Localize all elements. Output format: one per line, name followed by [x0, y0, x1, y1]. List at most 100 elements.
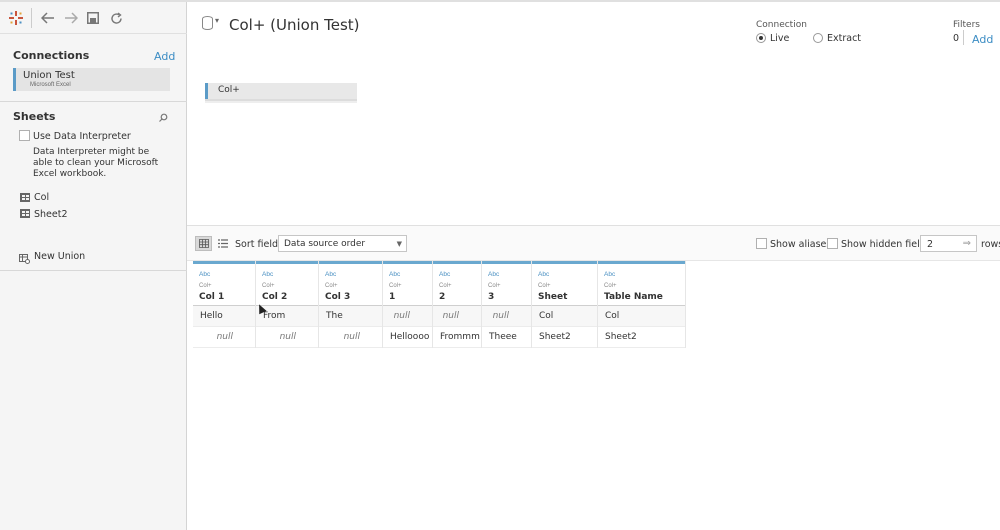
arrow-right-icon[interactable]: ⇒	[963, 238, 971, 249]
toolbar-divider	[31, 8, 32, 28]
show-hidden-fields-checkbox[interactable]	[827, 238, 838, 249]
list-icon	[217, 239, 228, 248]
filters-count: 0	[953, 33, 960, 44]
column-source: Col+	[199, 283, 212, 289]
cell-value: Col	[605, 311, 620, 321]
search-icon[interactable]	[159, 109, 168, 127]
datasource-icon[interactable]	[202, 16, 213, 30]
column-source: Col+	[262, 283, 275, 289]
table-cell[interactable]: Hello	[193, 306, 255, 327]
add-filter-link[interactable]: Add	[972, 33, 993, 46]
show-hidden-fields-label: Show hidden fields	[841, 239, 931, 250]
table-cell[interactable]: null	[256, 327, 318, 348]
column-source: Col+	[488, 283, 501, 289]
cell-value: Sheet2	[539, 332, 571, 342]
forward-arrow-icon[interactable]	[62, 9, 80, 27]
column-name: 2	[439, 292, 446, 302]
sheet-item-col[interactable]: Col	[34, 192, 49, 203]
table-cell[interactable]: Col	[598, 306, 685, 327]
extract-label: Extract	[827, 33, 862, 44]
new-union-item[interactable]: New Union	[34, 251, 85, 262]
column-header[interactable]: Abc Col+ Sheet	[532, 261, 597, 306]
refresh-icon[interactable]	[107, 9, 125, 27]
sort-fields-label: Sort fields	[235, 239, 283, 250]
chevron-down-icon: ▼	[396, 240, 402, 248]
table-cell[interactable]: Frommm	[433, 327, 481, 348]
rows-input[interactable]: 2 ⇒	[920, 235, 977, 252]
table-cell[interactable]: Sheet2	[598, 327, 685, 348]
table-cell[interactable]: The	[319, 306, 382, 327]
table-cell[interactable]: null	[482, 306, 531, 327]
live-label: Live	[770, 33, 790, 44]
grid-column: Abc Col+ Col 1 Hello null	[193, 261, 256, 348]
column-header[interactable]: Abc Col+ Col 3	[319, 261, 382, 306]
cell-value: null	[216, 332, 233, 342]
cell-value: null	[393, 311, 410, 321]
column-header[interactable]: Abc Col+ 2	[433, 261, 481, 306]
table-cell[interactable]: null	[433, 306, 481, 327]
grid-toolbar: Sort fields Data source order ▼ Show ali…	[187, 225, 1000, 261]
main-canvas: ▾ Col+ (Union Test) Connection Live Extr…	[187, 2, 1000, 530]
table-cell[interactable]: null	[193, 327, 255, 348]
grid-column: Abc Col+ Sheet Col Sheet2	[532, 261, 598, 348]
column-header[interactable]: Abc Col+ Col 2	[256, 261, 318, 306]
column-source: Col+	[439, 283, 452, 289]
column-source: Col+	[325, 283, 338, 289]
column-name: 3	[488, 292, 495, 302]
sheet-item-sheet2[interactable]: Sheet2	[34, 209, 68, 220]
cell-value: Frommm	[440, 332, 480, 342]
column-header[interactable]: Abc Col+ 1	[383, 261, 432, 306]
list-view-button[interactable]	[214, 236, 231, 251]
table-cell[interactable]: Helloooo	[383, 327, 432, 348]
column-header[interactable]: Abc Col+ 3	[482, 261, 531, 306]
app-window: Connections Add Union Test Microsoft Exc…	[0, 0, 1000, 530]
show-aliases-label: Show aliases	[770, 239, 832, 250]
column-header[interactable]: Abc Col+ Table Name	[598, 261, 685, 306]
cell-value: Sheet2	[605, 332, 637, 342]
chevron-down-icon[interactable]: ▾	[215, 16, 219, 25]
sort-fields-select[interactable]: Data source order ▼	[278, 235, 407, 252]
table-card-col-plus[interactable]: Col+	[205, 83, 357, 99]
column-source: Col+	[604, 283, 617, 289]
grid-icon	[198, 239, 209, 248]
show-aliases-checkbox[interactable]	[756, 238, 767, 249]
column-name: Sheet	[538, 292, 568, 302]
connection-label: Connection	[756, 20, 807, 30]
save-icon[interactable]	[84, 9, 102, 27]
datasource-title[interactable]: Col+ (Union Test)	[229, 16, 360, 34]
sidebar: Connections Add Union Test Microsoft Exc…	[0, 2, 187, 530]
data-interpreter-label: Use Data Interpreter	[33, 131, 131, 142]
data-interpreter-description: Data Interpreter might be able to clean …	[33, 147, 159, 179]
add-connection-link[interactable]: Add	[154, 50, 175, 63]
cell-value: From	[263, 311, 286, 321]
tableau-logo-icon[interactable]	[7, 9, 25, 27]
column-header[interactable]: Abc Col+ Col 1	[193, 261, 255, 306]
filters-label: Filters	[953, 20, 980, 30]
connection-name: Union Test	[23, 70, 75, 81]
column-source: Col+	[538, 283, 551, 289]
back-arrow-icon[interactable]	[39, 9, 57, 27]
live-radio[interactable]	[756, 33, 766, 43]
column-type: Abc	[488, 271, 500, 278]
table-cell[interactable]: Col	[532, 306, 597, 327]
column-name: Col 1	[199, 292, 225, 302]
column-type: Abc	[604, 271, 616, 278]
grid-view-button[interactable]	[195, 236, 212, 251]
grid-column: Abc Col+ Table Name Col Sheet2	[598, 261, 686, 348]
cell-value: Col	[539, 311, 554, 321]
extract-radio[interactable]	[813, 33, 823, 43]
table-cell[interactable]: Sheet2	[532, 327, 597, 348]
column-source: Col+	[389, 283, 402, 289]
column-name: Col 2	[262, 292, 288, 302]
connection-item[interactable]: Union Test Microsoft Excel	[13, 68, 170, 91]
table-cell[interactable]: null	[383, 306, 432, 327]
column-type: Abc	[325, 271, 337, 278]
table-cell[interactable]: null	[319, 327, 382, 348]
data-interpreter-checkbox[interactable]	[19, 130, 30, 141]
sidebar-divider	[0, 270, 187, 271]
cell-value: The	[326, 311, 343, 321]
table-cell[interactable]: Theee	[482, 327, 531, 348]
column-name: 1	[389, 292, 396, 302]
grid-column: Abc Col+ 2 null Frommm	[433, 261, 482, 348]
cell-value: null	[343, 332, 360, 342]
